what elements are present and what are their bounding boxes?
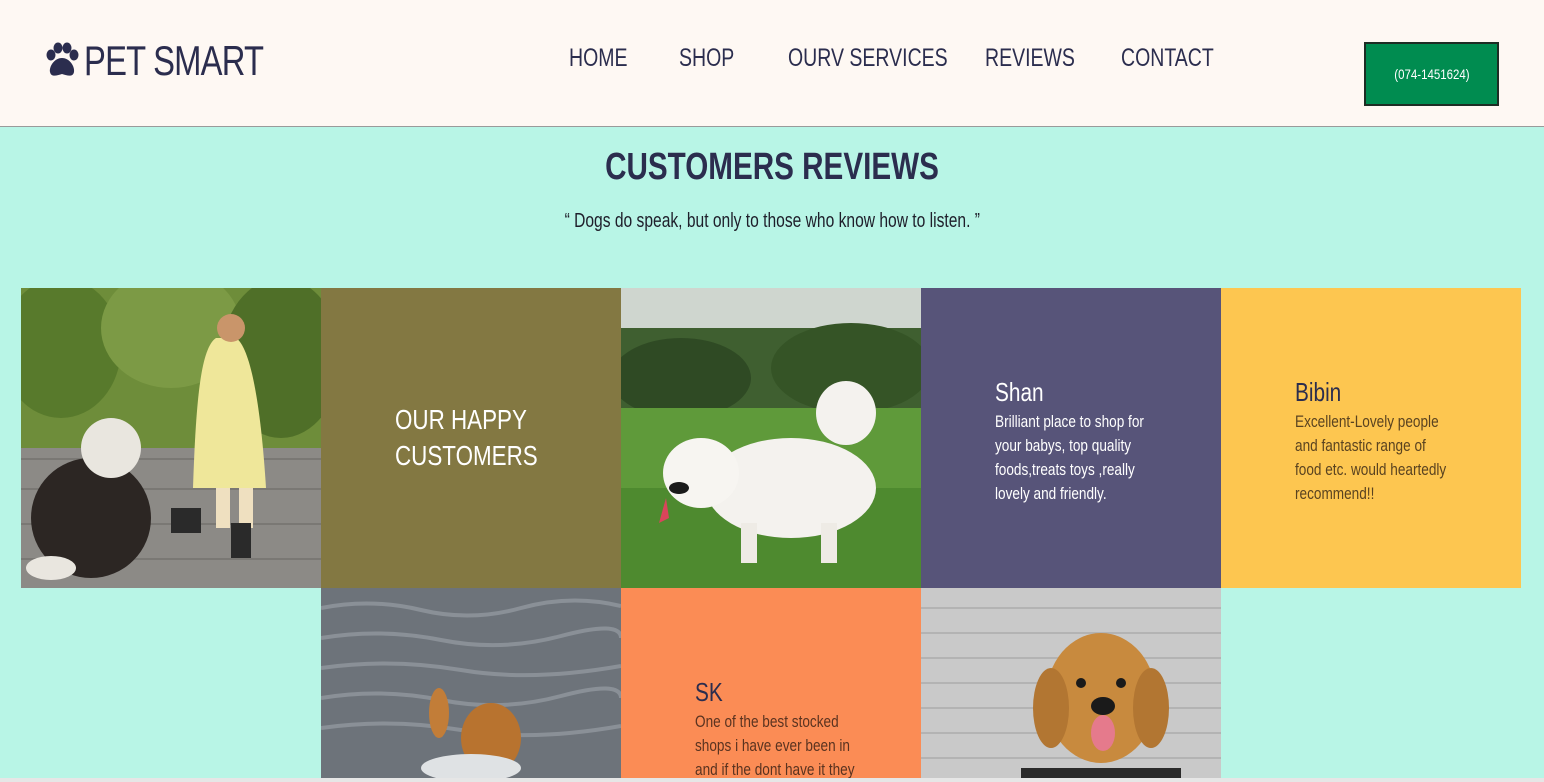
nav-home[interactable]: HOME: [569, 44, 628, 78]
section-quote: “ Dogs do speak, but only to those who k…: [564, 210, 980, 232]
paw-icon: [46, 42, 79, 76]
nav-reviews[interactable]: REVIEWS: [985, 44, 1075, 78]
review-card-shan: Shan Brilliant place to shop for your ba…: [921, 288, 1221, 588]
site-header: PET SMART HOME SHOP OURV SERVICES REVIEW…: [0, 0, 1544, 127]
review-card-sk: SK One of the best stocked shops i have …: [621, 588, 921, 782]
site-logo[interactable]: PET SMART: [42, 36, 314, 86]
phone-number: (074-1451624): [1393, 66, 1470, 82]
happy-customers-heading: OUR HAPPY CUSTOMERS: [395, 404, 538, 471]
nav-shop[interactable]: SHOP: [679, 44, 734, 78]
nav-contact[interactable]: CONTACT: [1121, 44, 1214, 78]
review-text: Brilliant place to shop for your babys, …: [995, 412, 1144, 503]
bottom-scroll-edge: [0, 778, 1544, 782]
review-name: SK: [695, 677, 723, 707]
nav-services[interactable]: OURV SERVICES: [788, 44, 948, 78]
review-name: Bibin: [1295, 377, 1342, 407]
review-card-bibin: Bibin Excellent-Lovely people and fantas…: [1221, 288, 1521, 588]
happy-customers-tile: OUR HAPPY CUSTOMERS: [321, 288, 621, 588]
phone-button[interactable]: (074-1451624): [1364, 42, 1499, 106]
review-text: One of the best stocked shops i have eve…: [695, 712, 855, 779]
photo-woman-with-dog: [21, 288, 321, 588]
review-name: Shan: [995, 377, 1044, 407]
photo-samoyed: [621, 288, 921, 588]
section-title: CUSTOMERS REVIEWS: [605, 146, 939, 188]
photo-golden-retriever: [921, 588, 1221, 782]
photo-dog-in-water: [321, 588, 621, 782]
review-text: Excellent-Lovely people and fantastic ra…: [1295, 412, 1447, 503]
logo-text: PET SMART: [84, 37, 264, 84]
